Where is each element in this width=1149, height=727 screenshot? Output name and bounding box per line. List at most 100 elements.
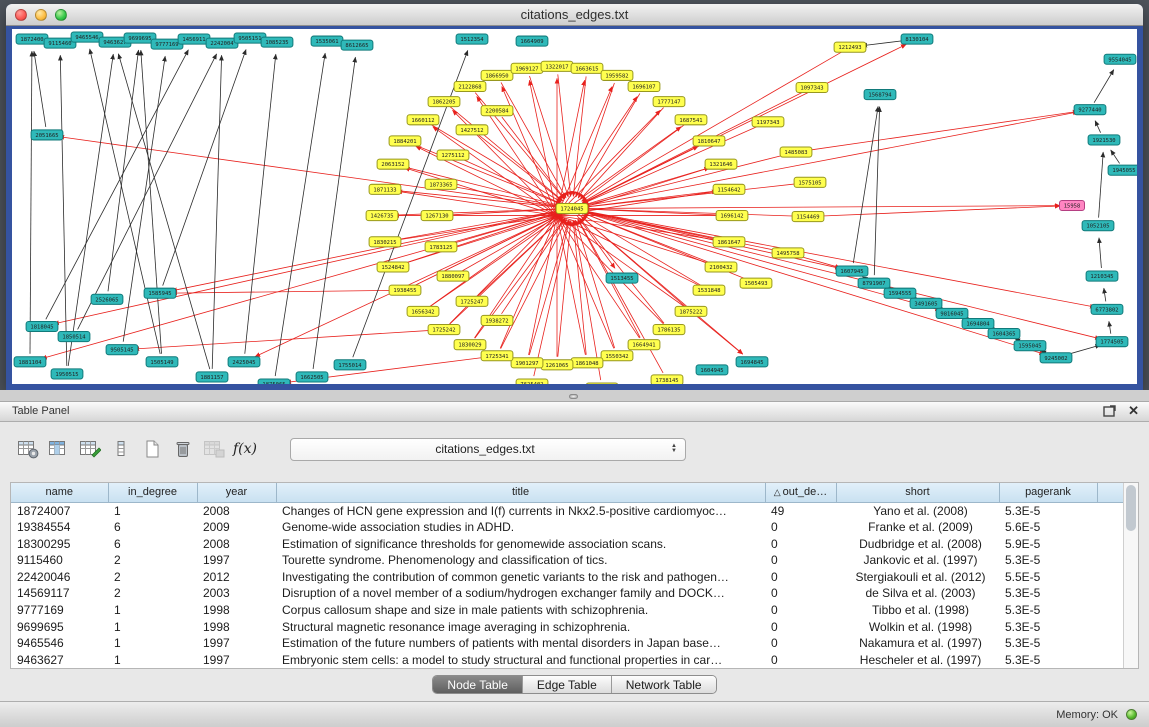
network-node[interactable]: 1267130 <box>421 211 453 221</box>
network-node[interactable]: 1880097 <box>437 271 469 281</box>
network-node[interactable]: 1513455 <box>606 273 638 283</box>
network-node[interactable]: 1212493 <box>834 42 866 52</box>
network-node[interactable]: 1485083 <box>780 147 812 157</box>
network-node[interactable]: 1901297 <box>511 358 543 368</box>
network-node[interactable]: 1850514 <box>58 332 90 342</box>
network-node[interactable]: 1738145 <box>651 375 683 384</box>
network-node[interactable]: 1725341 <box>481 351 513 361</box>
network-node[interactable]: 1862205 <box>428 97 460 107</box>
network-edge[interactable] <box>42 211 565 359</box>
network-node[interactable]: 1535061 <box>311 36 343 46</box>
tab-edge-table[interactable]: Edge Table <box>523 676 612 693</box>
network-edge[interactable] <box>1099 152 1104 218</box>
column-header-year[interactable]: year <box>197 483 276 502</box>
network-edge[interactable] <box>1111 150 1120 163</box>
network-edge[interactable] <box>1109 321 1111 333</box>
minimize-traffic-button[interactable] <box>35 9 47 21</box>
network-node[interactable]: 1861048 <box>571 358 603 368</box>
scrollbar-thumb[interactable] <box>1126 485 1136 531</box>
network-edge[interactable] <box>573 76 586 196</box>
network-node[interactable]: 1568794 <box>864 90 896 100</box>
network-node[interactable]: 1550342 <box>601 351 633 361</box>
network-node[interactable]: 2526065 <box>91 294 123 304</box>
splitter-handle[interactable] <box>569 394 578 399</box>
network-edge[interactable] <box>576 220 615 348</box>
column-header-title[interactable]: title <box>276 483 765 502</box>
network-node[interactable]: 8130104 <box>901 34 933 44</box>
network-node[interactable]: 8791907 <box>858 278 890 288</box>
network-node[interactable]: 1604365 <box>988 329 1020 339</box>
table-row[interactable]: 1938455462009Genome-wide association stu… <box>11 519 1123 536</box>
network-edge[interactable] <box>853 106 878 263</box>
network-node[interactable]: 1777147 <box>653 97 685 107</box>
network-node[interactable]: 9245002 <box>1040 353 1072 363</box>
network-node[interactable]: 1154642 <box>713 184 745 194</box>
network-node[interactable]: 1495758 <box>772 248 804 258</box>
network-node[interactable]: 1427512 <box>456 125 488 135</box>
network-node[interactable]: 1881104 <box>14 357 46 367</box>
network-edge[interactable] <box>172 210 564 291</box>
network-node[interactable]: 1275112 <box>437 150 469 160</box>
table-row[interactable]: 2242004622012Investigating the contribut… <box>11 569 1123 586</box>
network-edge[interactable] <box>60 55 67 366</box>
network-node[interactable]: 1871133 <box>369 184 401 194</box>
network-node[interactable]: 1945055 <box>1108 165 1137 175</box>
column-header-pagerank[interactable]: pagerank <box>999 483 1097 502</box>
network-node[interactable]: 2200584 <box>481 106 513 116</box>
column-header-name[interactable]: name <box>11 483 108 502</box>
network-node[interactable]: 1663615 <box>571 63 603 73</box>
network-edge[interactable] <box>697 317 743 355</box>
network-edge[interactable] <box>582 215 702 286</box>
network-edge[interactable] <box>584 211 780 251</box>
network-node[interactable]: 1938455 <box>389 285 421 295</box>
import-table-disabled-button[interactable] <box>200 435 228 463</box>
network-node[interactable]: 1783125 <box>425 242 457 252</box>
network-node[interactable]: 1154469 <box>792 212 824 222</box>
network-edge[interactable] <box>59 137 564 208</box>
network-edge[interactable] <box>1104 288 1106 301</box>
network-node[interactable]: 1755014 <box>334 360 366 370</box>
column-header-short[interactable]: short <box>836 483 999 502</box>
network-node[interactable]: 1505493 <box>740 278 772 288</box>
network-node[interactable]: 2425045 <box>228 357 260 367</box>
float-panel-icon[interactable] <box>1103 405 1116 417</box>
network-node[interactable]: 1938272 <box>481 315 513 325</box>
network-node[interactable]: 1531848 <box>693 285 725 295</box>
network-node[interactable]: 15958 <box>1060 200 1085 210</box>
network-edge[interactable] <box>874 107 879 275</box>
network-node[interactable]: 1052105 <box>1082 221 1114 231</box>
network-node[interactable]: 1875065 <box>258 379 290 384</box>
network-edge[interactable] <box>245 54 276 354</box>
new-document-button[interactable] <box>138 435 166 463</box>
network-node[interactable]: 1097343 <box>796 82 828 92</box>
network-edge[interactable] <box>68 54 113 366</box>
table-row[interactable]: 969969511998Structural magnetic resonanc… <box>11 619 1123 636</box>
network-node[interactable]: 1524842 <box>377 262 409 272</box>
delete-trash-button[interactable] <box>169 435 197 463</box>
network-node[interactable]: 3491605 <box>910 298 942 308</box>
add-column-button[interactable] <box>107 435 135 463</box>
network-node[interactable]: 1881157 <box>196 372 228 382</box>
network-node[interactable]: 1662505 <box>296 372 328 382</box>
network-node[interactable]: 2100432 <box>705 262 737 272</box>
network-node[interactable]: 9277440 <box>1074 105 1106 115</box>
network-node[interactable]: 1724045 <box>556 203 588 213</box>
network-edge[interactable] <box>576 83 615 197</box>
network-node[interactable]: 9505145 <box>106 345 138 355</box>
edit-table-button[interactable] <box>76 435 104 463</box>
show-columns-button[interactable] <box>45 435 73 463</box>
network-edge[interactable] <box>580 206 1060 209</box>
network-edge[interactable] <box>212 55 221 369</box>
network-edge[interactable] <box>46 50 189 320</box>
network-node[interactable]: 9816045 <box>936 308 968 318</box>
close-panel-icon[interactable]: ✕ <box>1128 404 1139 418</box>
network-node[interactable]: 1969127 <box>511 63 543 73</box>
network-node[interactable]: 1505149 <box>146 357 178 367</box>
network-node[interactable]: 1872400 <box>16 34 48 44</box>
network-edge[interactable] <box>430 215 562 306</box>
network-node[interactable]: 1959582 <box>601 70 633 80</box>
network-node[interactable]: 7625402 <box>516 379 548 384</box>
network-node[interactable]: 1696142 <box>716 211 748 221</box>
network-edge[interactable] <box>580 211 1045 354</box>
network-edge[interactable] <box>163 49 246 285</box>
